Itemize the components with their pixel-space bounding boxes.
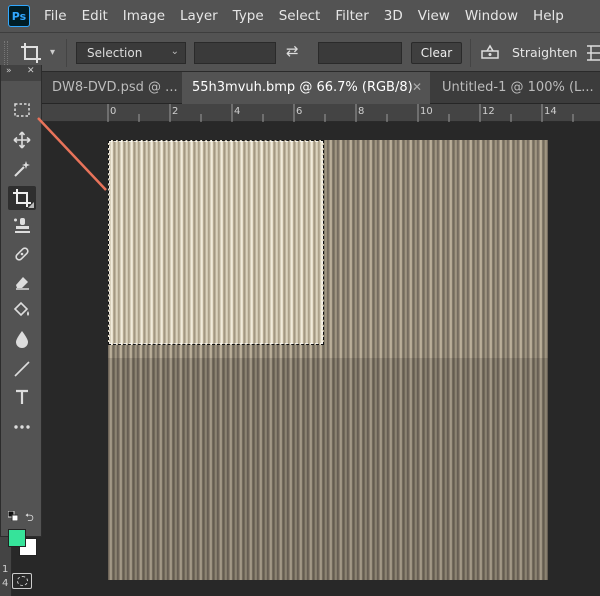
blur-tool[interactable] [8,327,36,351]
foreground-color-swatch[interactable] [8,529,26,547]
ruler-label: 10 [420,106,433,117]
overlay-grid-icon[interactable] [586,43,600,63]
document-tab-bar: DW8-DVD.psd @ ... 55h3mvuh.bmp @ 66.7% (… [0,72,600,104]
menu-layer[interactable]: Layer [180,8,218,24]
quick-mask-icon[interactable] [12,573,32,589]
move-icon [13,131,31,149]
straighten-button[interactable]: Straighten [512,45,577,60]
ruler-label: 1 [2,564,9,575]
menu-image[interactable]: Image [123,8,165,24]
type-tool[interactable] [8,385,36,409]
options-divider [66,39,67,67]
options-divider [470,39,471,67]
collapse-icon[interactable]: » [6,66,12,76]
options-grip[interactable] [4,41,8,65]
crop-tool[interactable] [8,186,36,210]
height-field[interactable] [318,42,402,64]
eraser-icon [16,277,29,290]
tab-label: DW8-DVD.psd @ ... [52,80,178,95]
paint-bucket-tool[interactable] [8,298,36,322]
ruler-label: 14 [544,106,557,117]
healing-brush-tool[interactable] [8,242,36,266]
tools-panel: » ✕ ⮌ [0,65,42,589]
close-icon[interactable]: ✕ [27,66,35,76]
menu-file[interactable]: File [44,8,67,24]
chevron-down-icon[interactable]: ▾ [50,47,55,58]
ruler-label: 12 [482,106,495,117]
line-icon [14,361,30,377]
options-bar: ▾ Selection ⌄ ⇄ Clear Straighten [0,32,600,72]
ruler-label: 4 [2,578,9,589]
close-icon[interactable]: ✕ [412,80,422,94]
tab-label: 55h3mvuh.bmp @ 66.7% (RGB/8) [192,80,413,95]
menu-view[interactable]: View [418,8,450,24]
ruler-label: 8 [358,106,365,117]
eyedropper-tool[interactable] [8,214,36,238]
ruler-ticks [107,104,574,122]
swap-colors-icon[interactable]: ⮌ [25,509,34,528]
water-drop-icon [16,331,28,348]
ellipsis-icon [14,425,30,429]
paint-bucket-icon [13,301,29,317]
chevron-down-icon: ⌄ [170,46,179,57]
menu-filter[interactable]: Filter [335,8,368,24]
marquee-icon [14,103,30,117]
menu-type[interactable]: Type [233,8,264,24]
default-colors-icon[interactable] [8,511,18,521]
menu-window[interactable]: Window [465,8,518,24]
ruler-label: 4 [234,106,241,117]
type-icon [16,389,28,404]
tool-flyout-indicator [28,202,34,208]
magic-wand-icon [14,161,30,177]
ruler-label: 6 [296,106,303,117]
menu-3d[interactable]: 3D [384,8,403,24]
marquee-selection[interactable] [108,140,324,345]
tab-label: Untitled-1 @ 100% (L... [442,80,594,95]
bandage-icon [15,247,29,261]
menu-edit[interactable]: Edit [82,8,108,24]
crop-tool-preset-icon[interactable] [20,42,42,64]
photoshop-logo[interactable]: Ps [8,5,30,27]
horizontal-ruler[interactable]: 0 2 4 6 8 10 12 14 [42,104,600,122]
line-tool[interactable] [8,357,36,381]
tab-untitled-1[interactable]: Untitled-1 @ 100% (L... [432,72,600,104]
canvas-lower-region [108,358,548,580]
width-field[interactable] [194,42,276,64]
magic-wand-tool[interactable] [8,157,36,181]
ruler-label: 0 [110,106,117,117]
ruler-label: 2 [172,106,179,117]
document-canvas[interactable] [108,140,548,580]
tools-panel-header[interactable]: » ✕ [1,65,41,81]
eraser-tool[interactable] [8,270,36,294]
tab-dw8-dvd[interactable]: DW8-DVD.psd @ ... [42,72,178,104]
move-tool[interactable] [8,128,36,152]
tab-55h3mvuh[interactable]: 55h3mvuh.bmp @ 66.7% (RGB/8) ✕ [182,72,430,104]
menu-select[interactable]: Select [279,8,321,24]
straighten-level-icon[interactable] [480,43,500,63]
clear-button[interactable]: Clear [411,42,462,64]
ratio-select-value: Selection [87,46,143,60]
menu-help[interactable]: Help [533,8,564,24]
ratio-select[interactable]: Selection ⌄ [76,42,186,64]
more-tools[interactable] [8,415,36,439]
rectangular-marquee-tool[interactable] [8,98,36,122]
stamp-eyedropper-icon [14,218,30,233]
menu-bar: Ps File Edit Image Layer Type Select Fil… [0,0,600,32]
swap-dimensions-icon[interactable]: ⇄ [286,42,299,60]
